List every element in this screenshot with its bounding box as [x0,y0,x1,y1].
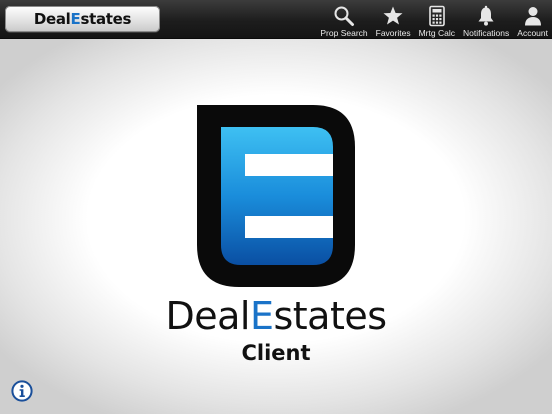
nav-notifications-label: Notifications [462,28,510,38]
star-icon [383,6,403,25]
home-logo-button[interactable]: DealEstates [5,6,160,32]
nav-tabs: Prop Search Favorites Mrtg Calc Notifica… [316,0,552,38]
nav-prop-search-label: Prop Search [320,28,368,38]
nav-notifications[interactable]: Notifications [459,0,513,41]
bell-icon [478,5,494,26]
brand-subtitle: Client [241,341,311,365]
home-logo-text: DealEstates [33,10,132,28]
nav-account-label: Account [517,28,548,38]
nav-mortgage-calculator[interactable]: Mrtg Calc [415,0,459,41]
nav-favorites-label: Favorites [375,28,411,38]
nav-account[interactable]: Account [513,0,552,41]
person-icon [524,7,541,26]
splash-screen: DealEstates Client [0,39,552,414]
info-icon[interactable] [11,380,33,402]
calculator-icon [428,5,445,27]
search-icon [334,6,354,26]
brand-wordmark: DealEstates [165,294,387,338]
top-navigation-bar: DealEstates Prop Search Favorites Mrtg C… [0,0,552,39]
nav-mortgage-calculator-label: Mrtg Calc [418,28,455,38]
dealestates-logo-mark [197,105,355,287]
nav-prop-search[interactable]: Prop Search [316,0,371,41]
nav-favorites[interactable]: Favorites [372,0,415,41]
